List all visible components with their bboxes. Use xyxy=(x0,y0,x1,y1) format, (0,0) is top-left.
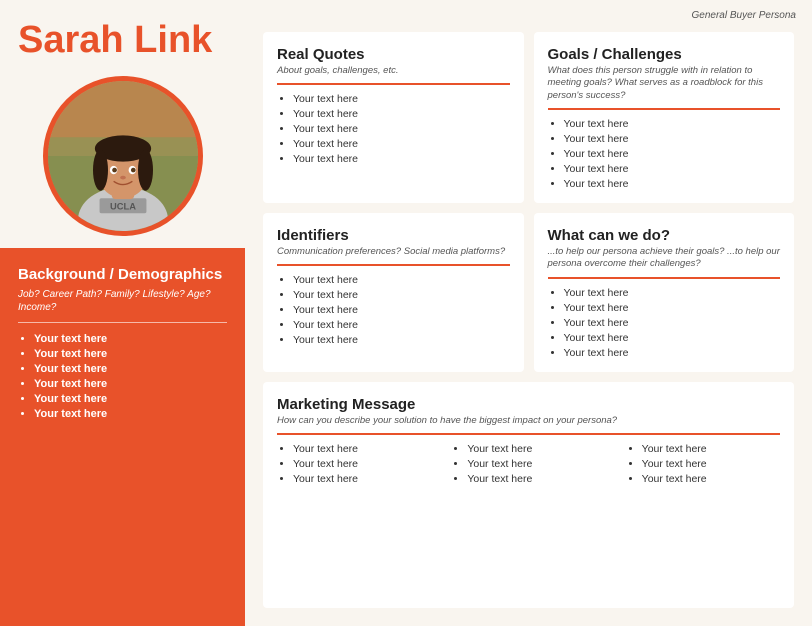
list-item: Your text here xyxy=(293,304,510,316)
sidebar-background-section: Background / Demographics Job? Career Pa… xyxy=(0,248,245,626)
list-item: Your text here xyxy=(564,178,781,190)
general-label: General Buyer Persona xyxy=(691,10,796,21)
marketing-divider xyxy=(277,433,780,435)
goals-challenges-card: Goals / Challenges What does this person… xyxy=(534,32,795,203)
avatar: UCLA xyxy=(43,76,203,236)
list-item: Your text here xyxy=(642,458,780,470)
list-item: Your text here xyxy=(293,108,510,120)
what-list: Your text here Your text here Your text … xyxy=(548,287,781,359)
identifiers-subtitle: Communication preferences? Social media … xyxy=(277,246,510,258)
list-item: Your text here xyxy=(34,348,227,360)
marketing-subtitle: How can you describe your solution to ha… xyxy=(277,415,780,427)
list-item: Your text here xyxy=(564,347,781,359)
svg-text:UCLA: UCLA xyxy=(110,201,136,211)
what-subtitle: ...to help our persona achieve their goa… xyxy=(548,246,781,271)
list-item: Your text here xyxy=(293,334,510,346)
list-item: Your text here xyxy=(34,363,227,375)
list-item: Your text here xyxy=(293,443,431,455)
list-item: Your text here xyxy=(642,473,780,485)
marketing-title: Marketing Message xyxy=(277,396,780,413)
persona-name: Sarah Link xyxy=(18,20,227,62)
list-item: Your text here xyxy=(564,287,781,299)
sidebar-divider xyxy=(18,322,227,323)
list-item: Your text here xyxy=(642,443,780,455)
list-item: Your text here xyxy=(293,289,510,301)
marketing-lists: Your text here Your text here Your text … xyxy=(277,443,780,488)
list-item: Your text here xyxy=(293,458,431,470)
list-item: Your text here xyxy=(564,133,781,145)
what-can-we-do-card: What can we do? ...to help our persona a… xyxy=(534,213,795,372)
real-quotes-list: Your text here Your text here Your text … xyxy=(277,93,510,165)
list-item: Your text here xyxy=(34,393,227,405)
list-item: Your text here xyxy=(564,317,781,329)
list-item: Your text here xyxy=(467,443,605,455)
main-content: Real Quotes About goals, challenges, etc… xyxy=(245,0,812,626)
goals-list: Your text here Your text here Your text … xyxy=(548,118,781,190)
list-item: Your text here xyxy=(467,473,605,485)
identifiers-title: Identifiers xyxy=(277,227,510,244)
list-item: Your text here xyxy=(293,153,510,165)
list-item: Your text here xyxy=(34,333,227,345)
list-item: Your text here xyxy=(34,378,227,390)
identifiers-list: Your text here Your text here Your text … xyxy=(277,274,510,346)
marketing-message-card: Marketing Message How can you describe y… xyxy=(263,382,794,608)
real-quotes-card: Real Quotes About goals, challenges, etc… xyxy=(263,32,524,203)
sidebar: Sarah Link UCLA xyxy=(0,0,245,626)
real-quotes-subtitle: About goals, challenges, etc. xyxy=(277,65,510,77)
background-title: Background / Demographics xyxy=(18,266,227,284)
goals-subtitle: What does this person struggle with in r… xyxy=(548,65,781,102)
goals-title: Goals / Challenges xyxy=(548,46,781,63)
marketing-col3: Your text here Your text here Your text … xyxy=(626,443,780,488)
goals-divider xyxy=(548,108,781,110)
middle-row: Identifiers Communication preferences? S… xyxy=(263,213,794,372)
marketing-col1: Your text here Your text here Your text … xyxy=(277,443,431,488)
list-item: Your text here xyxy=(564,332,781,344)
list-item: Your text here xyxy=(467,458,605,470)
list-item: Your text here xyxy=(293,274,510,286)
list-item: Your text here xyxy=(34,408,227,420)
page-wrapper: General Buyer Persona Sarah Link UCLA xyxy=(0,0,812,626)
background-subtitle: Job? Career Path? Family? Lifestyle? Age… xyxy=(18,288,227,314)
list-item: Your text here xyxy=(293,123,510,135)
identifiers-divider xyxy=(277,264,510,266)
background-list: Your text here Your text here Your text … xyxy=(18,333,227,420)
what-title: What can we do? xyxy=(548,227,781,244)
list-item: Your text here xyxy=(564,118,781,130)
list-item: Your text here xyxy=(564,302,781,314)
list-item: Your text here xyxy=(564,148,781,160)
real-quotes-title: Real Quotes xyxy=(277,46,510,63)
what-divider xyxy=(548,277,781,279)
list-item: Your text here xyxy=(293,93,510,105)
list-item: Your text here xyxy=(293,319,510,331)
real-quotes-divider xyxy=(277,83,510,85)
list-item: Your text here xyxy=(564,163,781,175)
list-item: Your text here xyxy=(293,473,431,485)
marketing-col2: Your text here Your text here Your text … xyxy=(451,443,605,488)
top-row: Real Quotes About goals, challenges, etc… xyxy=(263,32,794,203)
list-item: Your text here xyxy=(293,138,510,150)
identifiers-card: Identifiers Communication preferences? S… xyxy=(263,213,524,372)
